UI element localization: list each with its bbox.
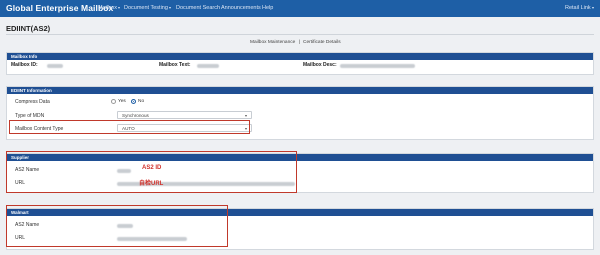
nav-help[interactable]: Help [262, 5, 273, 11]
user-menu[interactable]: Retail Link [565, 5, 595, 11]
link-mailbox-maintenance[interactable]: Mailbox Maintenance [250, 40, 295, 45]
nav-document-testing[interactable]: Document Testing [124, 5, 172, 11]
mailbox-info-heading: Mailbox Info [7, 53, 593, 60]
compress-yes-radio[interactable] [111, 99, 116, 104]
ediint-info-heading: EDIINT Information [7, 87, 593, 94]
nav-mailbox[interactable]: Mailbox [98, 5, 121, 11]
supplier-highlight [6, 151, 297, 193]
nav-document-search[interactable]: Document Search [176, 5, 220, 11]
nav-announcements[interactable]: Announcements [221, 5, 261, 11]
mailbox-text-value-redacted [197, 64, 219, 68]
compress-yes-label: Yes [118, 99, 126, 104]
chevron-down-icon [245, 115, 247, 117]
mailbox-id-value-redacted [47, 64, 63, 68]
mdn-type-value: Synchronous [122, 113, 149, 118]
chevron-down-icon [118, 6, 121, 9]
content-type-highlight [9, 120, 250, 134]
compress-data-label: Compress Data [15, 99, 50, 105]
mdn-type-select[interactable]: Synchronous [117, 111, 252, 119]
mdn-type-label: Type of MDN [15, 113, 45, 119]
title-divider [6, 34, 594, 35]
mailbox-info-panel: Mailbox Info Mailbox ID: Mailbox Text: M… [6, 52, 594, 75]
compress-no-label: No [138, 99, 145, 104]
mailbox-desc-value-redacted [340, 64, 415, 68]
mailbox-id-label: Mailbox ID: [11, 62, 38, 68]
breadcrumb-separator: | [299, 40, 301, 45]
page-title: EDIINT(AS2) [6, 24, 51, 33]
walmart-highlight [6, 205, 228, 247]
top-navbar: Global Enterprise Mailbox Mailbox Docume… [0, 0, 600, 17]
link-certificate-details[interactable]: Certificate Details [303, 40, 341, 45]
compress-no-radio[interactable] [131, 99, 136, 104]
mailbox-text-label: Mailbox Text: [159, 62, 191, 68]
chevron-down-icon [169, 6, 172, 9]
chevron-down-icon [592, 6, 595, 9]
mailbox-desc-label: Mailbox Desc: [303, 62, 337, 68]
